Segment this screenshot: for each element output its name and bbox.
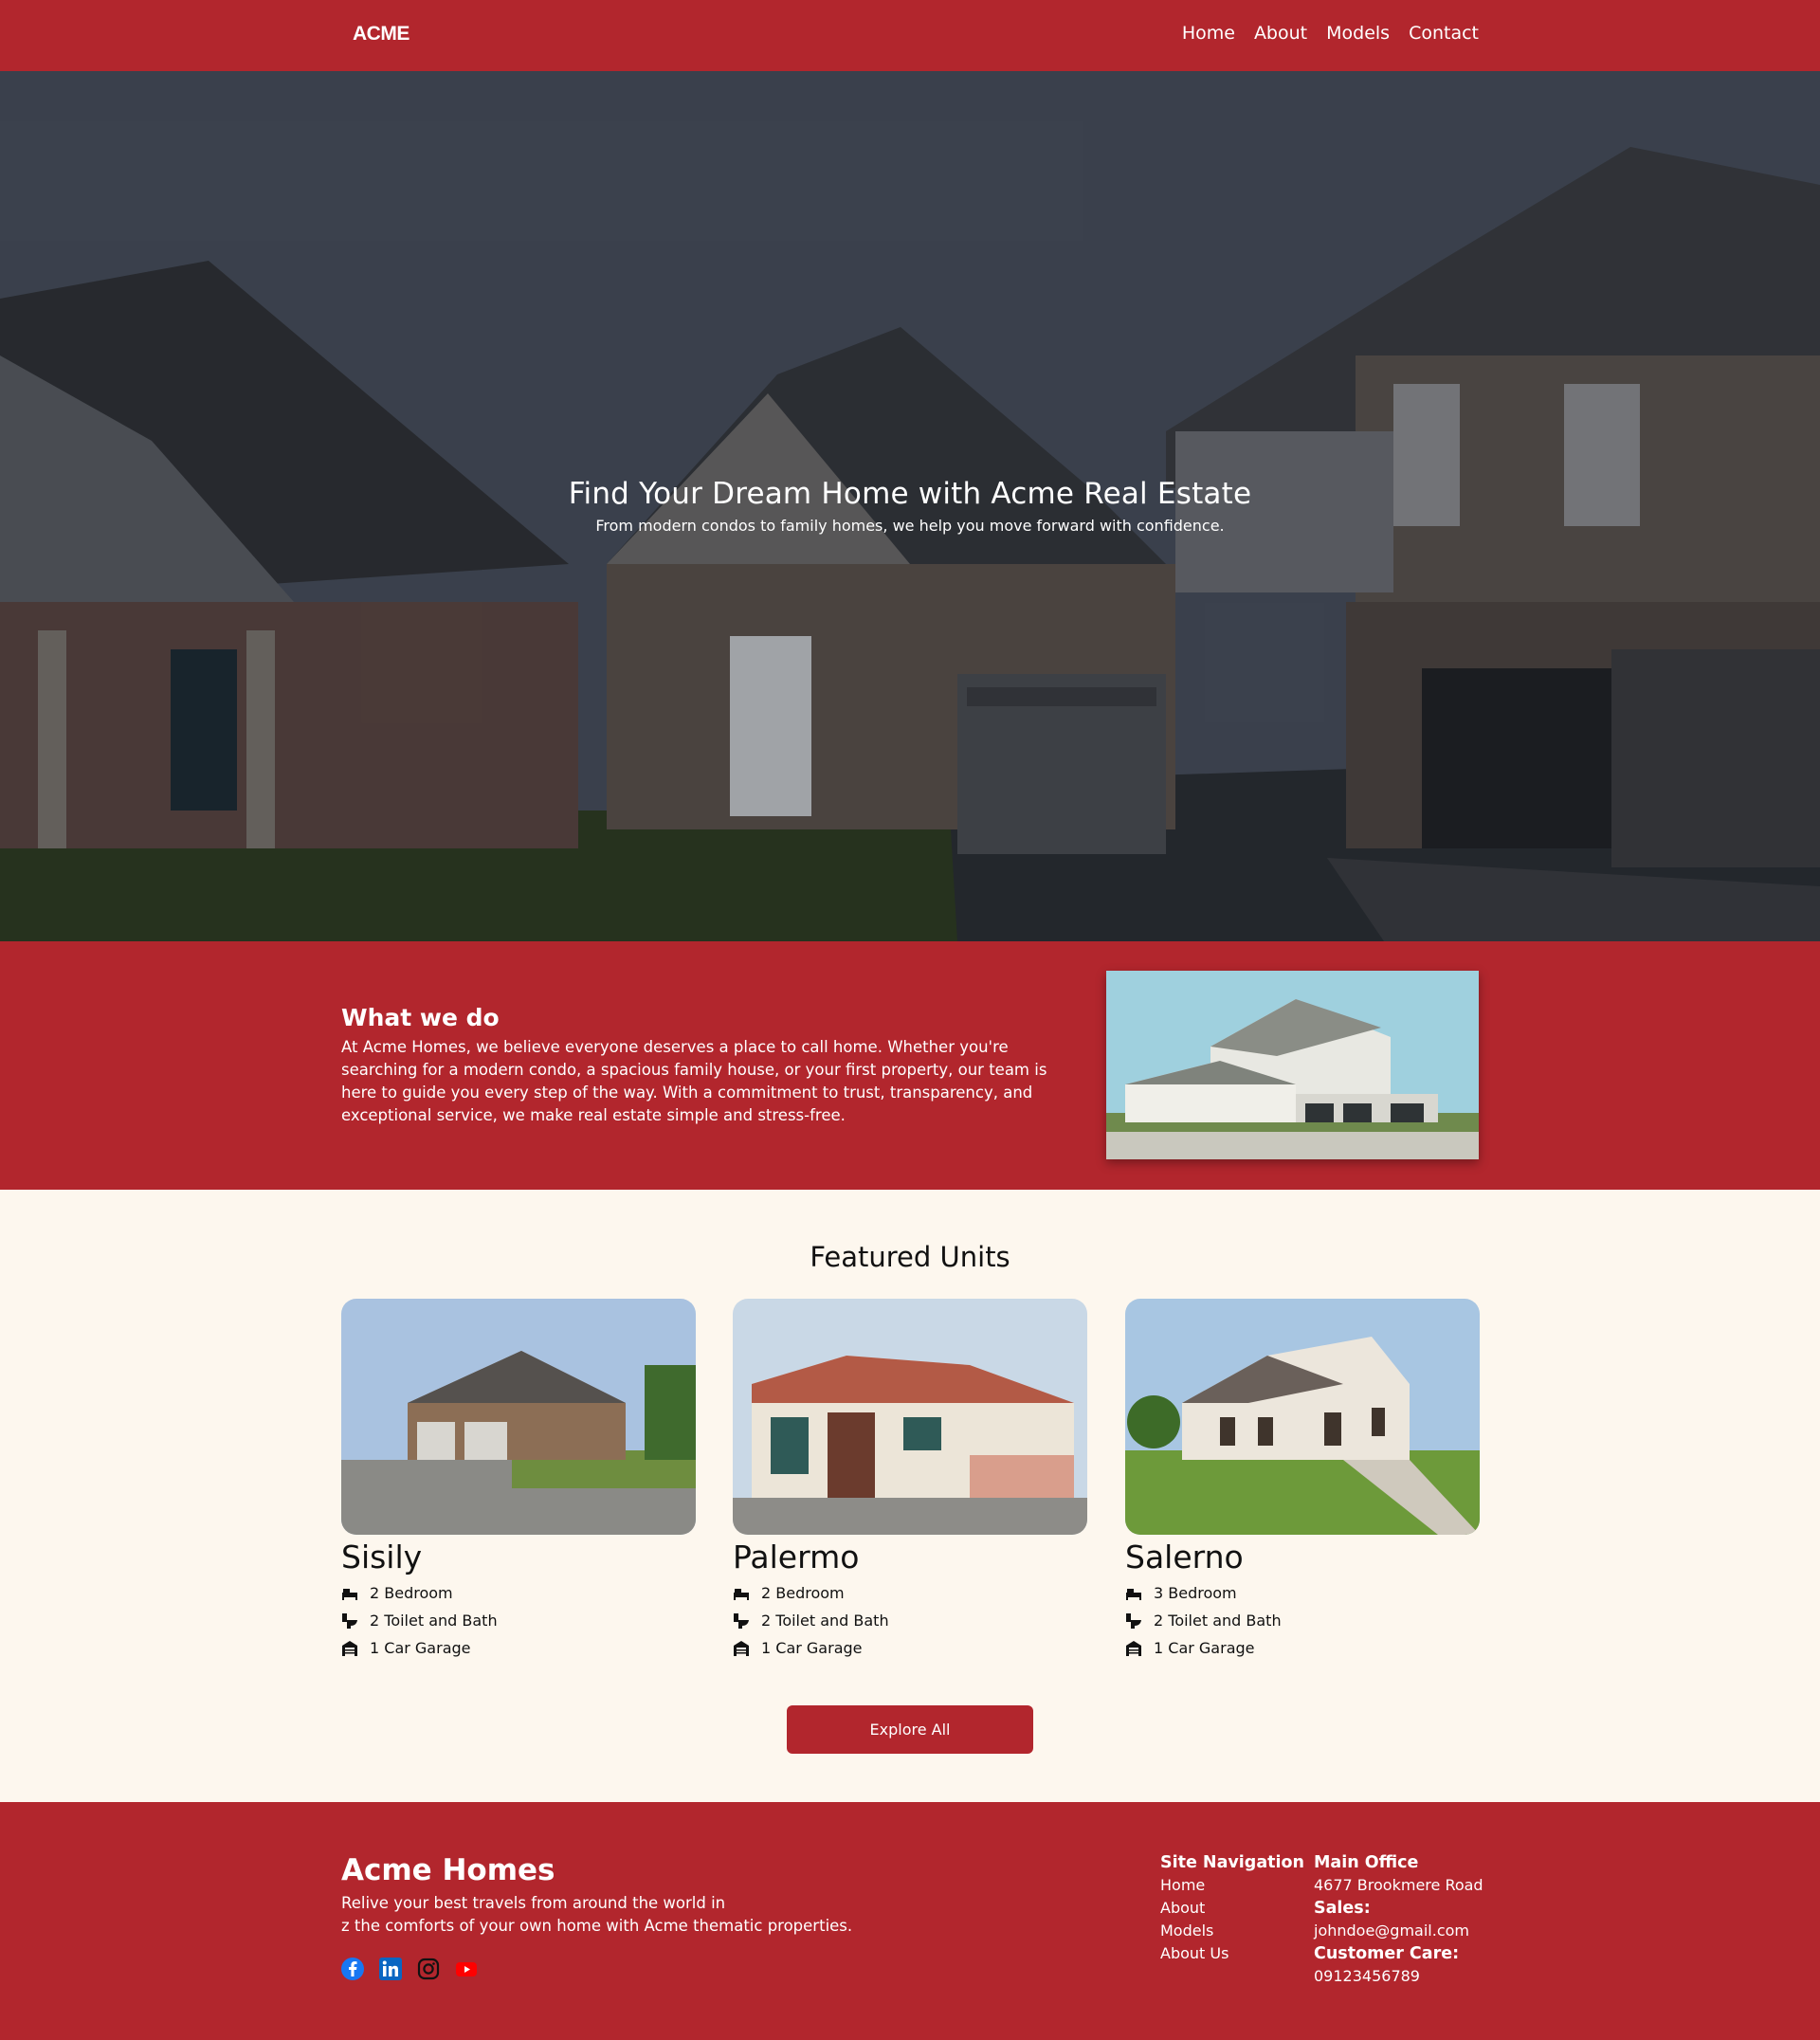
sales-heading: Sales: <box>1314 1899 1371 1918</box>
unit-photo[interactable] <box>341 1299 696 1535</box>
social-links <box>341 1958 478 1980</box>
feature-bath: 2 Toilet and Bath <box>733 1607 1087 1634</box>
hero-subtitle: From modern condos to family homes, we h… <box>595 517 1225 535</box>
feature-bath: 2 Toilet and Bath <box>1125 1607 1480 1634</box>
feature-bath: 2 Toilet and Bath <box>341 1607 696 1634</box>
garage-count: 1 Car Garage <box>370 1639 471 1657</box>
footer-tagline: Relive your best travels from around the… <box>341 1892 852 1938</box>
linkedin-icon[interactable] <box>379 1958 402 1980</box>
footer-nav-models[interactable]: Models <box>1160 1920 1304 1942</box>
footer-brand: Acme Homes <box>341 1853 555 1887</box>
site-logo[interactable]: ACME <box>353 23 410 46</box>
nav-link-home[interactable]: Home <box>1182 23 1235 44</box>
about-heading: What we do <box>341 1004 500 1031</box>
bedroom-count: 3 Bedroom <box>1154 1584 1237 1602</box>
unit-features: 3 Bedroom 2 Toilet and Bath 1 Car Garage <box>1125 1579 1480 1662</box>
footer-nav-about[interactable]: About <box>1160 1897 1304 1920</box>
about-house-image <box>1106 971 1479 1159</box>
bath-count: 2 Toilet and Bath <box>1154 1612 1282 1630</box>
footer-nav-home[interactable]: Home <box>1160 1874 1304 1897</box>
about-body: At Acme Homes, we believe everyone deser… <box>341 1038 1047 1124</box>
unit-card[interactable]: Palermo 2 Bedroom 2 Toilet and Bath 1 Ca… <box>733 1299 1087 1662</box>
toilet-icon <box>342 1612 357 1629</box>
about-section: What we do At Acme Homes, we believe eve… <box>0 941 1820 1190</box>
hero-text: Find Your Dream Home with Acme Real Esta… <box>0 477 1820 535</box>
site-footer: Acme Homes Relive your best travels from… <box>0 1802 1820 2040</box>
footer-nav-about-us[interactable]: About Us <box>1160 1942 1304 1965</box>
care-heading: Customer Care: <box>1314 1944 1460 1963</box>
unit-card[interactable]: Salerno 3 Bedroom 2 Toilet and Bath 1 Ca… <box>1125 1299 1480 1662</box>
featured-heading: Featured Units <box>810 1241 1010 1273</box>
garage-icon <box>734 1640 749 1656</box>
feature-bedroom: 2 Bedroom <box>733 1579 1087 1607</box>
unit-name: Salerno <box>1125 1539 1244 1576</box>
footer-contact-info: Main Office 4677 Brookmere Road Sales: j… <box>1314 1851 1483 1988</box>
featured-section: Featured Units Sisily 2 Bedroom 2 Toilet… <box>0 1190 1820 1802</box>
footer-site-navigation: Site Navigation Home About Models About … <box>1160 1851 1304 1965</box>
garage-icon <box>342 1640 357 1656</box>
top-navbar: ACME Home About Models Contact <box>0 0 1820 71</box>
bed-icon <box>342 1588 357 1600</box>
bed-icon <box>1126 1588 1141 1600</box>
unit-features: 2 Bedroom 2 Toilet and Bath 1 Car Garage <box>733 1579 1087 1662</box>
unit-photo[interactable] <box>733 1299 1087 1535</box>
nav-link-about[interactable]: About <box>1254 23 1307 44</box>
feature-bedroom: 3 Bedroom <box>1125 1579 1480 1607</box>
unit-photo[interactable] <box>1125 1299 1480 1535</box>
office-address: 4677 Brookmere Road <box>1314 1876 1483 1894</box>
sales-email[interactable]: johndoe@gmail.com <box>1314 1920 1483 1942</box>
facebook-icon[interactable] <box>341 1958 364 1980</box>
unit-features: 2 Bedroom 2 Toilet and Bath 1 Car Garage <box>341 1579 696 1662</box>
nav-link-models[interactable]: Models <box>1326 23 1390 44</box>
nav-links: Home About Models Contact <box>1182 23 1479 44</box>
bedroom-count: 2 Bedroom <box>370 1584 453 1602</box>
garage-count: 1 Car Garage <box>761 1639 863 1657</box>
hero-title: Find Your Dream Home with Acme Real Esta… <box>568 477 1252 511</box>
feature-garage: 1 Car Garage <box>733 1634 1087 1662</box>
footer-nav-heading: Site Navigation <box>1160 1853 1304 1872</box>
garage-icon <box>1126 1640 1141 1656</box>
toilet-icon <box>734 1612 749 1629</box>
feature-garage: 1 Car Garage <box>341 1634 696 1662</box>
explore-all-button[interactable]: Explore All <box>787 1705 1033 1754</box>
bedroom-count: 2 Bedroom <box>761 1584 845 1602</box>
care-phone[interactable]: 09123456789 <box>1314 1965 1483 1988</box>
footer-tagline-line-1: Relive your best travels from around the… <box>341 1894 726 1912</box>
feature-bedroom: 2 Bedroom <box>341 1579 696 1607</box>
youtube-icon[interactable] <box>455 1958 478 1980</box>
office-heading: Main Office <box>1314 1853 1419 1872</box>
unit-name: Palermo <box>733 1539 860 1576</box>
footer-tagline-line-2: z the comforts of your own home with Acm… <box>341 1917 853 1935</box>
bath-count: 2 Toilet and Bath <box>370 1612 498 1630</box>
bed-icon <box>734 1588 749 1600</box>
toilet-icon <box>1126 1612 1141 1629</box>
garage-count: 1 Car Garage <box>1154 1639 1255 1657</box>
unit-card[interactable]: Sisily 2 Bedroom 2 Toilet and Bath 1 Car… <box>341 1299 696 1662</box>
feature-garage: 1 Car Garage <box>1125 1634 1480 1662</box>
bath-count: 2 Toilet and Bath <box>761 1612 889 1630</box>
hero-section: Find Your Dream Home with Acme Real Esta… <box>0 71 1820 941</box>
nav-link-contact[interactable]: Contact <box>1409 23 1479 44</box>
instagram-icon[interactable] <box>417 1958 440 1980</box>
unit-name: Sisily <box>341 1539 423 1576</box>
